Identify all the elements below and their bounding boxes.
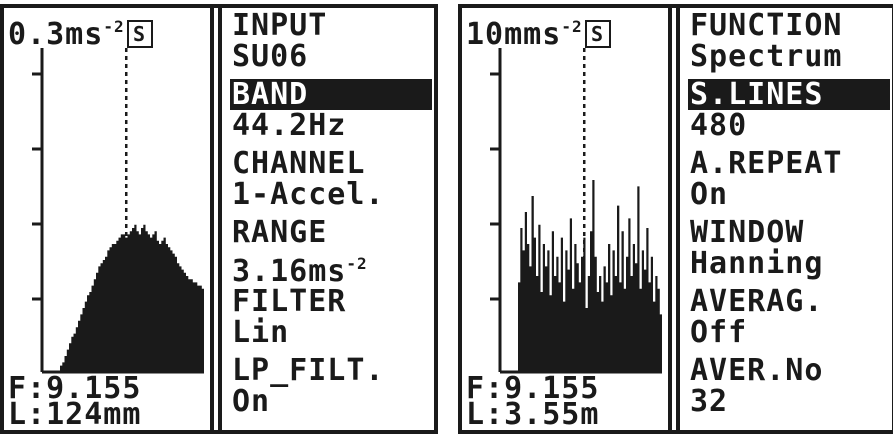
menu-item-filter[interactable]: FILTER Lin	[230, 286, 434, 355]
spectrum-graph	[490, 48, 662, 374]
menu-item-a-repeat[interactable]: A.REPEAT On	[688, 148, 892, 217]
auto-range-icon: S	[584, 20, 611, 48]
menu-item-window[interactable]: WINDOW Hanning	[688, 217, 892, 286]
menu-label: INPUT	[232, 8, 328, 43]
menu-item-averag[interactable]: AVERAG. Off	[688, 286, 892, 355]
panel-divider	[668, 8, 684, 430]
spectrum-graph	[32, 48, 204, 374]
menu-value: Spectrum	[690, 39, 843, 74]
range-exponent: -2	[346, 254, 368, 273]
level-readout: L:124mm	[8, 397, 142, 432]
menu-label-selected: S.LINES	[688, 79, 890, 110]
menu-label-selected: BAND	[230, 79, 432, 110]
panel-divider	[210, 8, 226, 430]
menu-label: CHANNEL	[232, 146, 366, 181]
menu-value: Lin	[232, 315, 290, 350]
scale-value: 0.3ms	[8, 17, 104, 52]
menu-value: On	[232, 384, 271, 419]
menu-value: On	[690, 177, 729, 212]
settings-menu: INPUT SU06 BAND 44.2Hz CHANNEL 1-Accel. …	[230, 10, 434, 424]
spectrum-plot: 10mms-2 S F:9.155 L:3.55m	[462, 8, 666, 430]
menu-item-function[interactable]: FUNCTION Spectrum	[688, 10, 892, 79]
level-readout: L:3.55m	[466, 397, 600, 432]
menu-item-lp-filt[interactable]: LP_FILT. On	[230, 355, 434, 424]
menu-value: 3.16ms-2	[230, 248, 434, 287]
menu-label: RANGE	[232, 215, 328, 250]
menu-value: Hanning	[690, 246, 824, 281]
auto-range-icon: S	[126, 20, 153, 48]
menu-item-s-lines[interactable]: S.LINES 480	[688, 79, 892, 148]
spectrum-plot: 0.3ms-2 S F:9.155 L:124mm	[4, 8, 208, 430]
analyzer-screen-right: 10mms-2 S F:9.155 L:3.55m FUNCTION Spectr…	[458, 4, 893, 434]
menu-value: 1-Accel.	[232, 177, 385, 212]
scale-exponent: -2	[561, 17, 583, 36]
scale-label: 10mms-2 S	[466, 8, 611, 54]
menu-item-aver-no[interactable]: AVER.No 32	[688, 355, 892, 424]
menu-label: FUNCTION	[690, 8, 843, 43]
menu-value: SU06	[232, 39, 309, 74]
menu-label: A.REPEAT	[690, 146, 843, 181]
menu-label: AVER.No	[690, 353, 824, 388]
spectrum-trace	[500, 180, 662, 372]
menu-item-band[interactable]: BAND 44.2Hz	[230, 79, 434, 148]
settings-menu: FUNCTION Spectrum S.LINES 480 A.REPEAT O…	[688, 10, 892, 424]
menu-value: Off	[690, 315, 748, 350]
menu-item-channel[interactable]: CHANNEL 1-Accel.	[230, 148, 434, 217]
scale-value: 10mms	[466, 17, 562, 52]
scale-label: 0.3ms-2 S	[8, 8, 153, 54]
menu-item-input[interactable]: INPUT SU06	[230, 10, 434, 79]
menu-item-range[interactable]: RANGE 3.16ms-2	[230, 215, 434, 287]
menu-label: LP_FILT.	[232, 353, 385, 388]
menu-label: WINDOW	[690, 215, 805, 250]
spectrum-trace	[42, 224, 204, 372]
menu-value: 480	[690, 108, 748, 143]
menu-value: 44.2Hz	[232, 108, 347, 143]
menu-label: FILTER	[232, 284, 347, 319]
menu-label: AVERAG.	[690, 284, 824, 319]
menu-value: 32	[690, 384, 729, 419]
analyzer-screen-left: 0.3ms-2 S F:9.155 L:124mm INPUT SU06 BAND…	[0, 4, 438, 434]
scale-exponent: -2	[103, 17, 125, 36]
